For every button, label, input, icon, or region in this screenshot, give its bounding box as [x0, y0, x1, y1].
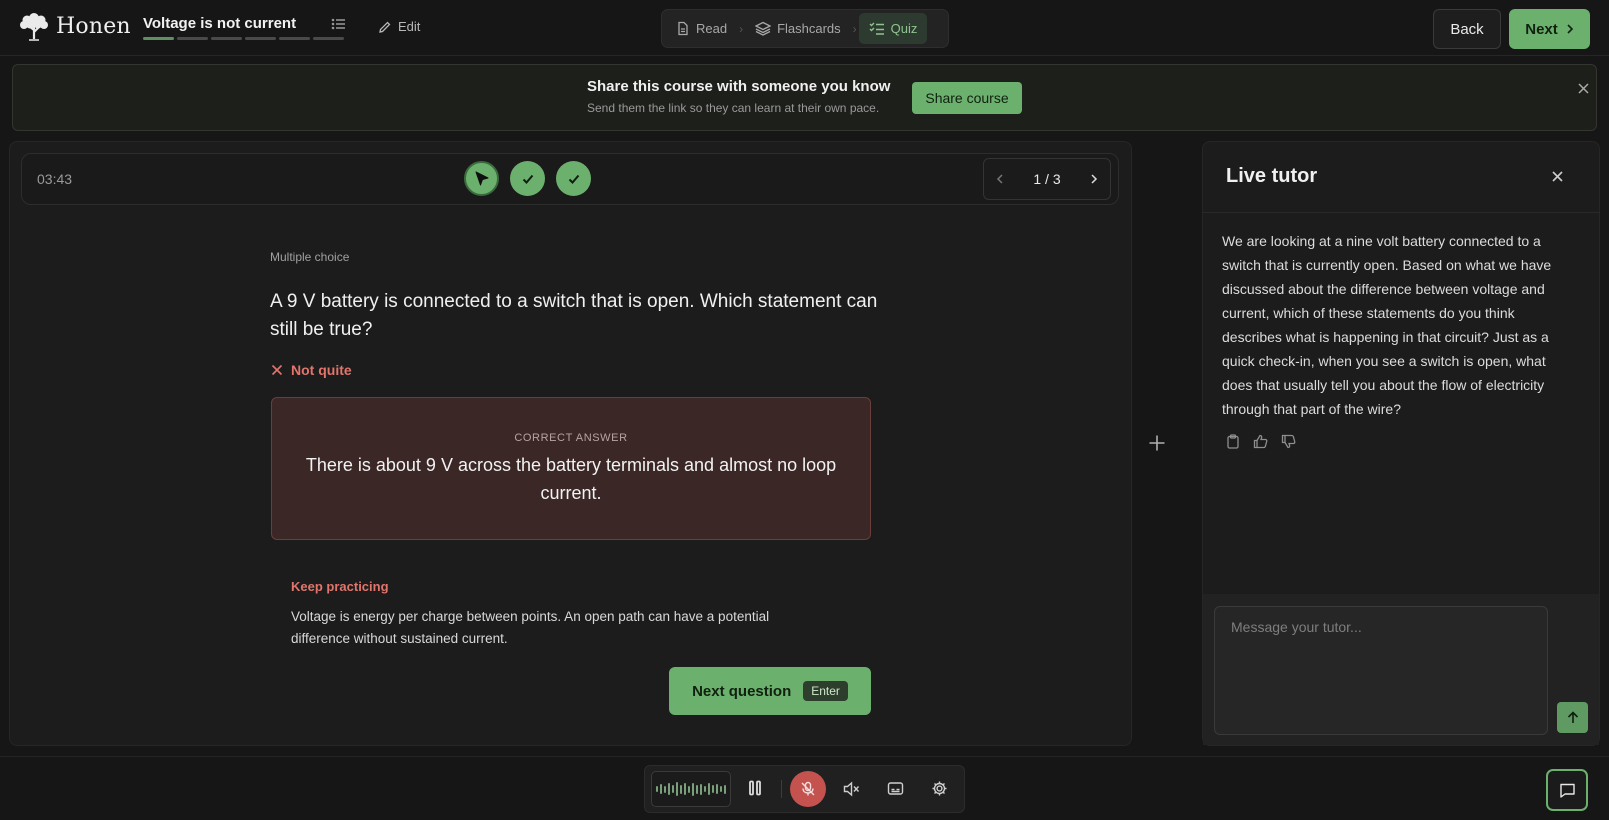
edit-label: Edit	[398, 19, 421, 34]
copy-button[interactable]	[1226, 434, 1240, 449]
verdict: Not quite	[271, 362, 352, 378]
correct-answer-text: There is about 9 V across the battery te…	[305, 455, 837, 503]
previous-question-button[interactable]	[996, 173, 1004, 185]
divider	[781, 780, 782, 798]
banner-subtitle: Send them the link so they can learn at …	[587, 101, 880, 115]
cursor-arrow-icon	[475, 171, 488, 185]
question-text: A 9 V battery is connected to a switch t…	[270, 291, 878, 340]
list-icon	[331, 18, 345, 30]
correct-answer-label: CORRECT ANSWER	[514, 432, 628, 444]
arrow-up-icon	[1567, 711, 1578, 723]
chevron-right-icon: ›	[739, 21, 744, 36]
chevron-right-icon	[1091, 174, 1098, 184]
question-type: Multiple choice	[270, 250, 350, 264]
chat-bubble-icon	[1559, 783, 1575, 798]
tutor-title: Live tutor	[1226, 165, 1318, 187]
app-logo[interactable]: Honen	[18, 11, 131, 41]
pause-icon	[749, 780, 761, 796]
volume-mute-icon	[843, 781, 860, 797]
tutor-message: We are looking at a nine volt battery co…	[1222, 233, 1552, 417]
speaker-mute-button[interactable]	[843, 781, 860, 797]
clipboard-icon	[1227, 434, 1239, 449]
next-label: Next	[1525, 20, 1558, 38]
tab-label: Flashcards	[777, 21, 841, 36]
captions-icon	[887, 782, 904, 795]
checklist-icon	[869, 22, 884, 35]
pause-button[interactable]	[748, 780, 762, 796]
mic-off-icon	[801, 781, 815, 796]
pager-count: 1 / 3	[1033, 171, 1061, 187]
share-banner: Share this course with someone you know …	[12, 64, 1597, 131]
audio-waveform	[651, 771, 731, 807]
question-dot-current[interactable]	[464, 161, 499, 196]
pencil-icon	[379, 21, 391, 33]
progress-segment	[245, 37, 276, 40]
message-actions	[1226, 434, 1296, 449]
thumbs-up-button[interactable]	[1253, 434, 1268, 449]
tree-logo-icon	[20, 13, 48, 41]
divider	[1202, 212, 1600, 213]
course-title: Voltage is not current	[143, 15, 297, 32]
next-question-button[interactable]: Next question Enter	[669, 667, 871, 715]
mute-microphone-button[interactable]	[790, 771, 826, 807]
banner-title: Share this course with someone you know	[587, 78, 891, 95]
gear-icon	[932, 781, 947, 796]
outline-button[interactable]	[331, 16, 347, 32]
document-icon	[678, 21, 688, 36]
check-icon	[522, 174, 533, 184]
app-name: Honen	[56, 13, 131, 39]
layers-icon	[755, 21, 772, 36]
mode-tabs: Read › Flashcards › Quiz	[661, 9, 949, 48]
feedback-text: Voltage is energy per charge between poi…	[291, 609, 770, 646]
tab-flashcards[interactable]: Flashcards	[745, 13, 851, 44]
captions-button[interactable]	[887, 781, 904, 796]
tab-label: Quiz	[890, 21, 918, 36]
thumbs-up-icon	[1253, 434, 1268, 449]
progress-segment	[211, 37, 242, 40]
tab-label: Read	[696, 21, 728, 36]
next-button[interactable]: Next	[1509, 9, 1590, 49]
quiz-timer: 03:43	[37, 171, 73, 187]
tutor-message-input[interactable]	[1214, 606, 1548, 735]
chevron-left-icon	[996, 174, 1003, 184]
chevron-right-icon: ›	[852, 21, 857, 36]
question-dot-correct[interactable]	[556, 161, 591, 196]
thumbs-down-button[interactable]	[1281, 434, 1296, 449]
progress-segment	[143, 37, 174, 40]
chevron-right-icon	[1567, 24, 1573, 34]
progress-segment	[177, 37, 208, 40]
keyboard-shortcut-badge: Enter	[803, 681, 848, 701]
tab-read[interactable]: Read	[666, 13, 737, 44]
next-question-label: Next question	[692, 682, 792, 700]
close-icon	[1552, 171, 1563, 182]
close-icon	[1578, 83, 1589, 94]
tutor-close-button[interactable]	[1551, 170, 1564, 183]
edit-button[interactable]: Edit	[378, 19, 420, 34]
course-progress	[143, 37, 344, 40]
progress-segment	[279, 37, 310, 40]
send-button[interactable]	[1557, 702, 1588, 733]
feedback-title: Keep practicing	[291, 579, 389, 594]
question-dot-correct[interactable]	[510, 161, 545, 196]
share-course-button[interactable]: Share course	[912, 82, 1022, 114]
settings-button[interactable]	[931, 780, 948, 797]
check-icon	[568, 174, 579, 184]
tab-quiz[interactable]: Quiz	[858, 13, 928, 44]
thumbs-down-icon	[1281, 434, 1296, 449]
chat-toggle-button[interactable]	[1546, 769, 1588, 811]
next-question-arrow[interactable]	[1090, 173, 1098, 185]
back-button[interactable]: Back	[1433, 9, 1501, 49]
progress-segment	[313, 37, 344, 40]
verdict-label: Not quite	[291, 362, 352, 378]
add-panel-button[interactable]	[1148, 434, 1166, 452]
plus-icon	[1149, 435, 1165, 451]
banner-close-button[interactable]	[1577, 82, 1590, 95]
question-pager: 1 / 3	[983, 158, 1111, 200]
x-icon	[271, 364, 283, 376]
